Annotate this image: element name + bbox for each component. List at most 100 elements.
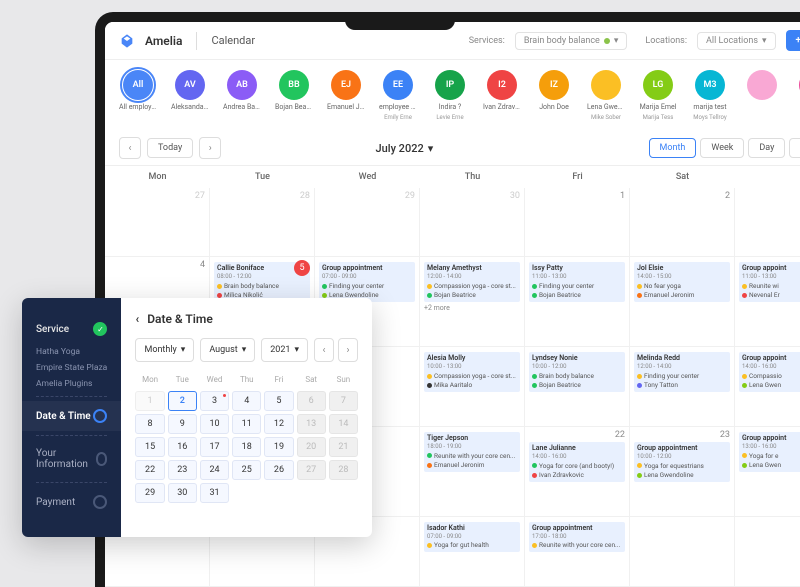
step-service[interactable]: Service [22,314,121,344]
mini-day-cell[interactable]: 23 [168,460,197,480]
services-filter[interactable]: Brain body balance ▾ [515,32,628,50]
calendar-cell[interactable]: Lyndsey Nonie 10:00 - 12:00 Brain body b… [525,347,630,427]
mini-day-cell[interactable]: 28 [329,460,358,480]
calendar-event[interactable]: Lane Julianne 14:00 - 16:00 Yoga for cor… [529,442,625,482]
next-button[interactable]: › [199,137,221,159]
step-payment[interactable]: Payment [22,487,121,517]
mini-day-cell[interactable]: 8 [135,414,164,434]
mini-day-cell[interactable]: 27 [297,460,326,480]
mini-day-cell[interactable]: 25 [232,460,261,480]
mini-day-cell[interactable]: 21 [329,437,358,457]
more-events-link[interactable]: +2 more [424,304,520,312]
employee-avatar[interactable]: ABAndrea Barber [223,70,261,121]
calendar-event[interactable]: Issy Patty 11:00 - 13:00 Finding your ce… [529,262,625,302]
employee-avatar[interactable] [743,70,781,121]
calendar-cell[interactable]: Group appoint 11:00 - 13:00 Reunite wiNe… [735,257,800,347]
mini-day-cell[interactable]: 12 [264,414,293,434]
mini-day-cell[interactable]: 30 [168,483,197,503]
calendar-cell[interactable]: Isador Kathi 07:00 - 09:00 Yoga for gut … [420,517,525,587]
calendar-cell[interactable]: 22Lane Julianne 14:00 - 16:00 Yoga for c… [525,427,630,517]
calendar-cell[interactable] [735,517,800,587]
prev-button[interactable]: ‹ [119,137,141,159]
mini-day-cell[interactable]: 31 [200,483,229,503]
mini-day-cell[interactable]: 6 [297,391,326,411]
current-month-label[interactable]: July 2022 ▾ [376,142,434,155]
employee-avatar[interactable]: I2Ivan Zdravk... [483,70,521,121]
employee-avatar[interactable]: EEemployee e...Emily Erne [379,70,417,121]
calendar-cell[interactable]: Jol Elsie 14:00 - 15:00 No fear yogaEman… [630,257,735,347]
view-tab-week[interactable]: Week [700,138,744,158]
employee-avatar[interactable]: EJEmanuel Jer... [327,70,365,121]
calendar-cell[interactable]: Issy Patty 11:00 - 13:00 Finding your ce… [525,257,630,347]
calendar-cell[interactable]: 29 [315,188,420,257]
mini-day-cell[interactable]: 29 [135,483,164,503]
mini-day-cell[interactable]: 20 [297,437,326,457]
calendar-cell[interactable]: Tiger Jepson 18:00 - 19:00 Reunite with … [420,427,525,517]
calendar-event[interactable]: Group appoint 14:00 - 16:00 CompassioLen… [739,352,800,392]
employee-avatar[interactable]: MT [795,70,800,121]
mini-day-cell[interactable]: 24 [200,460,229,480]
calendar-cell[interactable]: 23Group appointment 10:00 - 12:00 Yoga f… [630,427,735,517]
mini-day-cell[interactable]: 11 [232,414,261,434]
calendar-cell[interactable]: 1 [525,188,630,257]
employee-avatar[interactable]: Lena Gwend...Mike Sober [587,70,625,121]
calendar-cell[interactable]: Group appointment 17:00 - 18:00 Reunite … [525,517,630,587]
calendar-cell[interactable]: 30 [420,188,525,257]
mini-day-cell[interactable]: 4 [232,391,261,411]
calendar-cell[interactable]: Group appoint 13:00 - 16:00 Yoga for eLe… [735,427,800,517]
view-tab-month[interactable]: Month [649,138,697,158]
mini-day-cell[interactable]: 22 [135,460,164,480]
mini-day-cell[interactable]: 1 [135,391,164,411]
employee-avatar[interactable]: IZJohn Doe [535,70,573,121]
mini-prev-button[interactable]: ‹ [314,338,334,362]
calendar-event[interactable]: Alesia Molly 10:00 - 13:00 Compassion yo… [424,352,520,392]
employee-avatar[interactable]: LGMarija EmelMarija Tess [639,70,677,121]
mini-next-button[interactable]: › [338,338,358,362]
employee-avatar[interactable]: M3marija testMoys Tellroy [691,70,729,121]
year-select[interactable]: 2021 ▾ [261,338,308,362]
calendar-event[interactable]: Melinda Redd 12:00 - 14:00 Finding your … [634,352,730,392]
calendar-cell[interactable]: Alesia Molly 10:00 - 13:00 Compassion yo… [420,347,525,427]
mini-day-cell[interactable]: 3 [200,391,229,411]
mini-day-cell[interactable]: 10 [200,414,229,434]
calendar-cell[interactable]: 27 [105,188,210,257]
mini-day-cell[interactable]: 17 [200,437,229,457]
back-arrow-icon[interactable]: ‹ [135,312,139,326]
calendar-cell[interactable]: Melinda Redd 12:00 - 14:00 Finding your … [630,347,735,427]
mini-day-cell[interactable]: 5 [264,391,293,411]
mini-day-cell[interactable]: 19 [264,437,293,457]
mini-day-cell[interactable]: 2 [168,391,197,411]
calendar-event[interactable]: Tiger Jepson 18:00 - 19:00 Reunite with … [424,432,520,472]
employee-avatar[interactable]: BBBojan Beatrice [275,70,313,121]
month-select[interactable]: August ▾ [200,338,255,362]
mini-day-cell[interactable]: 9 [168,414,197,434]
view-tab-list[interactable]: List [789,138,800,158]
view-tab-day[interactable]: Day [748,138,785,158]
mini-day-cell[interactable]: 14 [329,414,358,434]
calendar-event[interactable]: Group appointment 10:00 - 12:00 Yoga for… [634,442,730,482]
new-button[interactable]: + Ne [786,30,800,51]
step-information[interactable]: Your Information [22,440,121,478]
mini-day-cell[interactable]: 26 [264,460,293,480]
mini-day-cell[interactable]: 7 [329,391,358,411]
recurrence-select[interactable]: Monthly ▾ [135,338,194,362]
calendar-cell[interactable] [630,517,735,587]
mini-day-cell[interactable]: 18 [232,437,261,457]
mini-day-cell[interactable]: 13 [297,414,326,434]
calendar-event[interactable]: Jol Elsie 14:00 - 15:00 No fear yogaEman… [634,262,730,302]
step-datetime[interactable]: Date & Time [22,401,121,431]
calendar-event[interactable]: Melany Amethyst 12:00 - 14:00 Compassion… [424,262,520,302]
calendar-cell[interactable]: Group appoint 14:00 - 16:00 CompassioLen… [735,347,800,427]
calendar-event[interactable]: Lyndsey Nonie 10:00 - 12:00 Brain body b… [529,352,625,392]
calendar-event[interactable]: Group appoint 11:00 - 13:00 Reunite wiNe… [739,262,800,302]
employee-avatar[interactable]: IPIndira ?Levie Erne [431,70,469,121]
calendar-cell[interactable]: 2 [630,188,735,257]
calendar-cell[interactable]: Melany Amethyst 12:00 - 14:00 Compassion… [420,257,525,347]
employee-avatar[interactable]: AVAleksandar ... [171,70,209,121]
calendar-event[interactable]: Group appointment 07:00 - 09:00 Finding … [319,262,415,302]
locations-filter[interactable]: All Locations ▾ [697,32,775,50]
mini-day-cell[interactable]: 16 [168,437,197,457]
mini-day-cell[interactable]: 15 [135,437,164,457]
employee-avatar[interactable]: AllAll employees [119,70,157,121]
calendar-event[interactable]: Group appoint 13:00 - 16:00 Yoga for eLe… [739,432,800,472]
